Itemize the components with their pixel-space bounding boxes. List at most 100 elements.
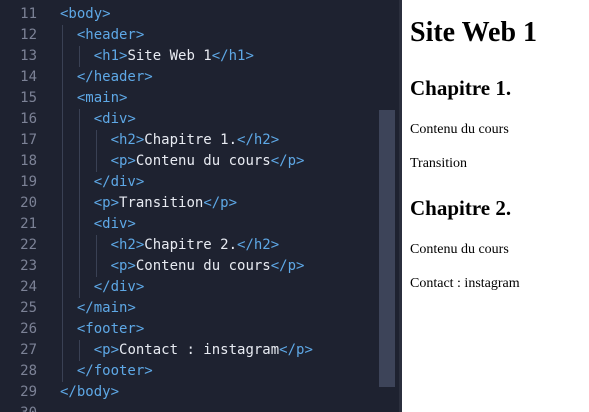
preview-chapter-1-heading: Chapitre 1. (410, 76, 512, 100)
code-content[interactable]: <footer> (77, 319, 144, 340)
indent-guide (62, 256, 63, 277)
html-tag-token: <body> (60, 6, 111, 22)
code-content[interactable]: </body> (60, 382, 119, 403)
indent-guide (62, 25, 63, 46)
html-tag-token: <h2> (110, 237, 145, 253)
code-content[interactable]: <main> (77, 88, 128, 109)
line-number: 15 (20, 90, 37, 106)
code-editor[interactable]: 11 <body> 12 <header> 13 <h1>Site Web 1</h1> 1… (0, 0, 399, 412)
html-tag-token: <p> (93, 342, 120, 358)
html-tag-token: <h1> (93, 48, 128, 64)
indent-guide (62, 46, 63, 67)
indent-guide (62, 361, 63, 382)
line-number: 11 (20, 6, 37, 22)
html-tag-token: </div> (93, 174, 145, 190)
code-content[interactable]: <div> (94, 109, 136, 130)
indent-guide (78, 256, 80, 277)
html-tag-token: <header> (76, 27, 145, 43)
text-token: Chapitre 1. (144, 132, 238, 148)
html-tag-token: <main> (76, 90, 128, 106)
html-tag-token: <p> (110, 153, 136, 169)
indent-guide (95, 256, 97, 277)
preview-chapter-1-content: Contenu du cours (410, 122, 509, 137)
preview-contact-text: Contact : instagram (410, 276, 520, 291)
line-number: 28 (20, 363, 37, 379)
indent-guide (78, 214, 80, 235)
indent-guide (62, 193, 63, 214)
html-tag-token: </header> (76, 69, 153, 85)
html-tag-token: </h2> (237, 132, 280, 148)
text-token: Contact : instagram (119, 342, 280, 358)
html-tag-token: <p> (93, 195, 120, 211)
indent-guide (78, 130, 80, 151)
code-content[interactable]: </div> (94, 277, 145, 298)
indent-guide (78, 109, 80, 130)
html-tag-token: </footer> (76, 363, 153, 379)
code-content[interactable]: </div> (94, 172, 145, 193)
line-number: 16 (20, 111, 37, 127)
html-tag-token: <p> (110, 258, 136, 274)
code-content[interactable]: <h2>Chapitre 2.</h2> (111, 235, 280, 256)
html-tag-token: </body> (60, 384, 120, 400)
html-tag-token: <div> (93, 216, 136, 232)
html-tag-token: </div> (93, 279, 145, 295)
text-token: Chapitre 2. (144, 237, 238, 253)
code-content[interactable]: </main> (77, 298, 136, 319)
code-content[interactable]: <p>Contact : instagram</p> (94, 340, 313, 361)
line-number: 13 (20, 48, 37, 64)
indent-guide (62, 130, 63, 151)
html-tag-token: </main> (76, 300, 136, 316)
code-content[interactable]: <div> (94, 214, 136, 235)
indent-guide (62, 298, 63, 319)
indent-guide (62, 340, 63, 361)
indent-guide (62, 88, 63, 109)
indent-guide (62, 214, 63, 235)
text-token: Site Web 1 (127, 48, 212, 64)
indent-guide (62, 109, 63, 130)
line-number: 20 (20, 195, 37, 211)
code-content[interactable]: <header> (77, 25, 144, 46)
line-number: 30 (0, 403, 37, 412)
code-content[interactable]: </footer> (77, 361, 153, 382)
indent-guide (78, 151, 80, 172)
line-number: 17 (20, 132, 37, 148)
html-tag-token: </p> (203, 195, 238, 211)
indent-guide (78, 193, 80, 214)
code-content[interactable]: <body> (60, 4, 111, 25)
code-content[interactable]: <p>Transition</p> (94, 193, 237, 214)
line-number: 26 (20, 321, 37, 337)
indent-guide (95, 130, 97, 151)
indent-guide (95, 235, 97, 256)
html-tag-token: </h1> (211, 48, 254, 64)
code-content[interactable]: <h2>Chapitre 1.</h2> (111, 130, 280, 151)
indent-guide (62, 319, 63, 340)
preview-site-title: Site Web 1 (410, 17, 538, 48)
html-tag-token: </h2> (237, 237, 280, 253)
html-tag-token: <footer> (76, 321, 145, 337)
code-content[interactable]: <p>Contenu du cours</p> (111, 151, 305, 172)
indent-guide (78, 340, 80, 361)
text-token: Contenu du cours (135, 258, 271, 274)
code-content[interactable]: <p>Contenu du cours</p> (111, 256, 305, 277)
code-content[interactable]: <h1>Site Web 1</h1> (94, 46, 254, 67)
indent-guide (62, 172, 63, 193)
line-number: 12 (20, 27, 37, 43)
line-number: 19 (20, 174, 37, 190)
code-content[interactable]: </header> (77, 67, 153, 88)
line-number: 27 (20, 342, 37, 358)
line-number: 21 (20, 216, 37, 232)
line-number: 25 (20, 300, 37, 316)
indent-guide (62, 67, 63, 88)
indent-guide (78, 172, 80, 193)
html-tag-token: </p> (279, 342, 313, 358)
html-tag-token: <h2> (110, 132, 145, 148)
html-tag-token: </p> (270, 258, 305, 274)
html-tag-token: <div> (93, 111, 136, 127)
line-number: 29 (20, 384, 37, 400)
indent-guide (78, 277, 80, 298)
indent-guide (95, 151, 97, 172)
preview-pane: Site Web 1 Chapitre 1. Contenu du cours … (402, 0, 589, 412)
preview-transition-text: Transition (410, 156, 468, 171)
scrollbar-thumb[interactable] (379, 110, 395, 387)
indent-guide (78, 235, 80, 256)
